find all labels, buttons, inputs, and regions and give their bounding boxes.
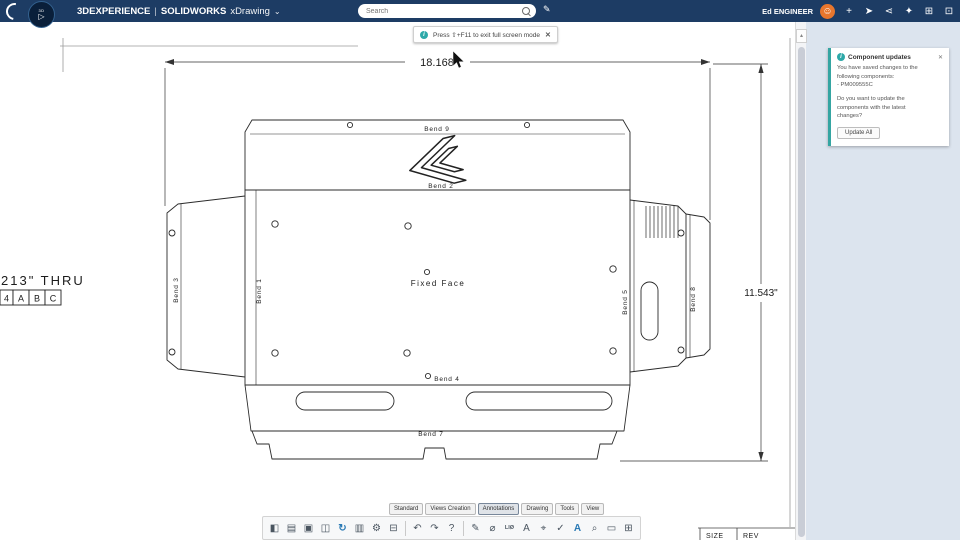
update-all-button[interactable]: Update All: [837, 127, 881, 140]
dimension-height-label[interactable]: 11.543": [744, 288, 778, 299]
card-component: - PM009555C: [837, 82, 873, 89]
search-input[interactable]: [364, 6, 518, 16]
dimension-height[interactable]: [620, 63, 768, 462]
help-icon[interactable]: ?: [444, 519, 459, 537]
chevron-down-icon[interactable]: ⌄: [274, 7, 281, 16]
vertical-scrollbar[interactable]: ▴: [795, 22, 807, 540]
undo-icon[interactable]: ↶: [410, 519, 425, 537]
toast-close-icon[interactable]: ✕: [545, 31, 551, 39]
datum-cell-3: C: [50, 294, 57, 304]
search-bar[interactable]: [358, 4, 536, 18]
compass-logo[interactable]: 3D ▷: [28, 1, 55, 28]
tab-standard[interactable]: Standard: [389, 503, 424, 515]
spellcheck-icon[interactable]: ✓: [553, 519, 568, 537]
toast-text: Press ⇧+F11 to exit full screen mode: [433, 31, 541, 39]
card-close-icon[interactable]: ✕: [938, 54, 943, 61]
update-views-icon[interactable]: ↻: [335, 519, 350, 537]
card-question-line2: components with the latest: [837, 104, 906, 111]
brand-separator: |: [154, 5, 157, 17]
export-icon[interactable]: ⊟: [386, 519, 401, 537]
bend-label-3[interactable]: Bend 3: [173, 277, 180, 302]
bend-label-2[interactable]: Bend 2: [428, 183, 453, 190]
apps-grid-icon[interactable]: ⊞: [922, 6, 936, 17]
model-view-icon[interactable]: ◫: [318, 519, 333, 537]
table-icon[interactable]: ⊞: [621, 519, 636, 537]
save-icon[interactable]: ▣: [301, 519, 316, 537]
tab-annotations[interactable]: Annotations: [477, 503, 520, 515]
search-icon[interactable]: [522, 7, 530, 15]
sketch-line-icon[interactable]: ✎: [468, 519, 483, 537]
topbar-right-group: Ed ENGINEER ☺ + ➤ ⋖ ✦ ⊞ ⊡: [762, 0, 956, 22]
thru-note[interactable]: 213" THRU: [1, 273, 85, 288]
collaborate-icon[interactable]: ⋖: [882, 6, 896, 17]
title-block-size: SIZE: [706, 533, 724, 540]
card-question-line3: changes?: [837, 113, 863, 120]
note-icon[interactable]: A: [519, 519, 534, 537]
view-style-icon[interactable]: ◧: [267, 519, 282, 537]
component-updates-card: i Component updates ✕ You have saved cha…: [828, 48, 949, 147]
app-mode: xDrawing: [230, 5, 270, 17]
settings-icon[interactable]: ⚙: [369, 519, 384, 537]
scrollbar-thumb[interactable]: [798, 47, 805, 537]
drawing-canvas[interactable]: 18.168 11.543" Fixed Face Bend 9 Bend 2 …: [0, 22, 795, 540]
top-app-bar: 3DEXPERIENCE | SOLIDWORKS xDrawing ⌄ ✎ E…: [0, 0, 960, 23]
dimension-width-label[interactable]: 18.168: [420, 57, 454, 69]
play-icon: ▷: [38, 11, 45, 21]
toolbar-divider: [405, 520, 406, 536]
comment-icon[interactable]: ▭: [604, 519, 619, 537]
ribbon-icon-row: ◧ ▤ ▣ ◫ ↻ ▥ ⚙ ⊟ ↶ ↷? ✎ ⌀ LIØ A ⌖ ✓ A ⌕ ▭ ⊞: [262, 516, 641, 540]
dimension-group-icon[interactable]: LIØ: [502, 519, 517, 537]
datum-cell-0: 4: [4, 294, 9, 304]
fullscreen-toast: i Press ⇧+F11 to exit full screen mode ✕: [413, 26, 558, 43]
datum-cell-1: A: [18, 294, 24, 304]
bend-label-1[interactable]: Bend 1: [256, 278, 263, 303]
toolbar-divider: [463, 520, 464, 536]
tab-views-creation[interactable]: Views Creation: [425, 503, 476, 515]
topbar-icons: + ➤ ⋖ ✦ ⊞ ⊡: [842, 6, 956, 17]
bend-label-7[interactable]: Bend 7: [418, 431, 443, 438]
notifications-panel: i Component updates ✕ You have saved cha…: [806, 22, 960, 540]
add-icon[interactable]: +: [842, 6, 856, 17]
user-avatar[interactable]: ☺: [820, 3, 835, 19]
app-title-group[interactable]: 3DEXPERIENCE | SOLIDWORKS xDrawing ⌄: [77, 6, 281, 17]
card-question-line1: Do you want to update the: [837, 96, 905, 103]
ribbon-tab-bar: Standard Views Creation Annotations Draw…: [389, 503, 605, 515]
smart-dimension-icon[interactable]: ⌀: [485, 519, 500, 537]
datum-cell-2: B: [34, 294, 40, 304]
fixed-face-label[interactable]: Fixed Face: [411, 279, 466, 288]
app-name: SOLIDWORKS: [160, 5, 227, 17]
hole-pattern[interactable]: [168, 121, 685, 380]
card-message-line1: You have saved changes to the: [837, 65, 918, 71]
scrollbar-up-button[interactable]: ▴: [796, 29, 807, 43]
mouse-cursor: [452, 50, 465, 69]
magnifier-icon[interactable]: ⌕: [587, 519, 602, 537]
user-name[interactable]: Ed ENGINEER: [762, 7, 813, 16]
card-message-line2: following components:: [837, 73, 895, 80]
sheet-icon[interactable]: ▥: [352, 519, 367, 537]
datum-target-icon[interactable]: ⌖: [536, 519, 551, 537]
drawing-view-icon[interactable]: ▤: [284, 519, 299, 537]
brand-name: 3DEXPERIENCE: [77, 5, 151, 17]
tag-pen-icon[interactable]: ✎: [543, 4, 551, 15]
dimension-width[interactable]: [164, 59, 711, 220]
title-block-rev: REV: [743, 533, 759, 540]
tab-view[interactable]: View: [581, 503, 605, 515]
bend-label-8[interactable]: Bend 8: [690, 286, 697, 311]
redo-icon[interactable]: ↷: [427, 519, 442, 537]
card-title: Component updates: [848, 53, 911, 61]
info-icon: i: [837, 53, 845, 61]
info-icon: i: [420, 30, 428, 39]
share-icon[interactable]: ➤: [862, 6, 876, 17]
fullscreen-icon[interactable]: ⊡: [942, 6, 956, 17]
tab-tools[interactable]: Tools: [555, 503, 580, 515]
bend-label-9[interactable]: Bend 9: [424, 126, 449, 133]
tab-drawing[interactable]: Drawing: [521, 503, 554, 515]
bend-label-5[interactable]: Bend 5: [622, 289, 629, 314]
bend-label-4[interactable]: Bend 4: [434, 376, 459, 383]
favorites-icon[interactable]: ✦: [902, 6, 916, 17]
format-text-icon[interactable]: A: [570, 519, 585, 537]
3ds-swirl-logo: [2, 0, 27, 23]
